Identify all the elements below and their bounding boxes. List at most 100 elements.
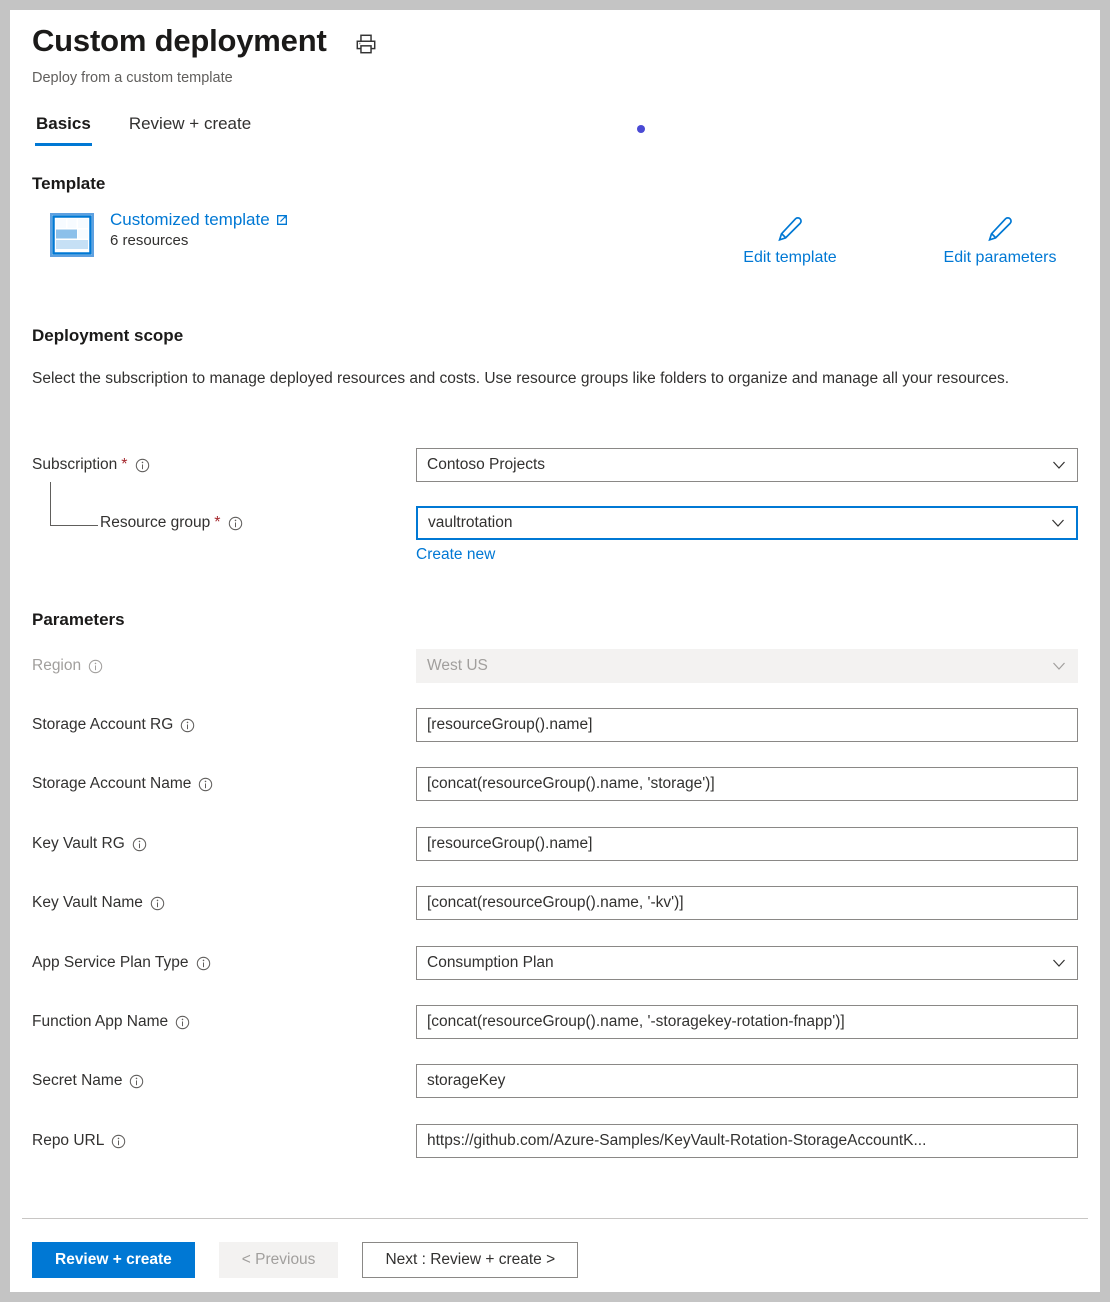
parameter-row-app-service-plan-type: App Service Plan Type Consumption Plan — [10, 946, 1100, 980]
deployment-scope-description: Select the subscription to manage deploy… — [32, 366, 1032, 391]
region-select: West US — [416, 649, 1078, 683]
template-actions: Edit template Edit parameters — [710, 215, 1080, 267]
edit-parameters-button[interactable]: Edit parameters — [920, 215, 1080, 267]
pencil-icon — [776, 215, 804, 243]
storage-account-name-value: [concat(resourceGroup().name, 'storage')… — [427, 775, 1067, 793]
app-service-plan-type-label: App Service Plan Type — [32, 954, 211, 972]
info-icon[interactable] — [175, 1015, 190, 1030]
info-icon[interactable] — [129, 1074, 144, 1089]
chevron-down-icon — [1051, 658, 1067, 674]
storage-account-name-label-text: Storage Account Name — [32, 775, 191, 793]
secret-name-value: storageKey — [427, 1072, 1067, 1090]
function-app-name-value: [concat(resourceGroup().name, '-storagek… — [427, 1013, 1067, 1031]
create-new-resource-group-link[interactable]: Create new — [416, 546, 495, 564]
function-app-name-label: Function App Name — [32, 1013, 190, 1031]
pencil-icon — [986, 215, 1014, 243]
resource-group-label: Resource group * — [100, 514, 243, 532]
tab-list: Basics Review + create — [32, 110, 255, 146]
key-vault-name-label: Key Vault Name — [32, 894, 165, 912]
subscription-value: Contoso Projects — [427, 456, 1043, 474]
subscription-label-text: Subscription — [32, 456, 117, 474]
chevron-down-icon — [1050, 515, 1066, 531]
parameter-row-region: Region West US — [10, 649, 1100, 683]
info-icon[interactable] — [228, 516, 243, 531]
resource-group-select[interactable]: vaultrotation — [416, 506, 1078, 540]
tab-review-create[interactable]: Review + create — [125, 110, 255, 146]
key-vault-rg-value: [resourceGroup().name] — [427, 835, 1067, 853]
region-label-text: Region — [32, 657, 81, 675]
function-app-name-input[interactable]: [concat(resourceGroup().name, '-storagek… — [416, 1005, 1078, 1039]
resource-group-label-text: Resource group — [100, 514, 210, 532]
function-app-name-label-text: Function App Name — [32, 1013, 168, 1031]
template-heading: Template — [32, 174, 105, 194]
secret-name-input[interactable]: storageKey — [416, 1064, 1078, 1098]
custom-deployment-page: Custom deployment Deploy from a custom t… — [10, 10, 1100, 1292]
storage-account-name-label: Storage Account Name — [32, 775, 213, 793]
previous-button: < Previous — [219, 1242, 339, 1278]
info-icon[interactable] — [88, 659, 103, 674]
key-vault-name-value: [concat(resourceGroup().name, '-kv')] — [427, 894, 1067, 912]
parameter-row-key-vault-name: Key Vault Name [concat(resourceGroup().n… — [10, 886, 1100, 920]
subscription-row: Subscription * Contoso Projects — [10, 448, 1100, 482]
info-icon[interactable] — [111, 1134, 126, 1149]
app-service-plan-type-value: Consumption Plan — [427, 954, 1043, 972]
parameters-heading: Parameters — [32, 610, 125, 630]
app-service-plan-type-label-text: App Service Plan Type — [32, 954, 189, 972]
page-header: Custom deployment — [32, 22, 377, 60]
info-icon[interactable] — [196, 956, 211, 971]
subscription-select[interactable]: Contoso Projects — [416, 448, 1078, 482]
printer-icon[interactable] — [355, 33, 377, 55]
key-vault-name-input[interactable]: [concat(resourceGroup().name, '-kv')] — [416, 886, 1078, 920]
template-grid-icon — [50, 213, 94, 257]
storage-account-rg-label-text: Storage Account RG — [32, 716, 173, 734]
required-asterisk: * — [214, 515, 220, 531]
edit-template-button[interactable]: Edit template — [710, 215, 870, 267]
resource-group-value: vaultrotation — [428, 514, 1042, 532]
tab-basics[interactable]: Basics — [32, 110, 95, 146]
subscription-label: Subscription * — [32, 456, 150, 474]
edit-parameters-label: Edit parameters — [944, 249, 1057, 267]
info-icon[interactable] — [198, 777, 213, 792]
review-create-button[interactable]: Review + create — [32, 1242, 195, 1278]
customized-template-label: Customized template — [110, 210, 270, 230]
storage-account-name-input[interactable]: [concat(resourceGroup().name, 'storage')… — [416, 767, 1078, 801]
info-icon[interactable] — [135, 458, 150, 473]
template-summary: Customized template 6 resources — [50, 210, 289, 257]
template-resource-count: 6 resources — [110, 232, 289, 249]
parameter-row-storage-account-rg: Storage Account RG [resourceGroup().name… — [10, 708, 1100, 742]
customized-template-link[interactable]: Customized template — [110, 210, 289, 230]
chevron-down-icon — [1051, 955, 1067, 971]
storage-account-rg-value: [resourceGroup().name] — [427, 716, 1067, 734]
edit-template-label: Edit template — [743, 249, 836, 267]
chevron-down-icon — [1051, 457, 1067, 473]
parameter-row-key-vault-rg: Key Vault RG [resourceGroup().name] — [10, 827, 1100, 861]
key-vault-rg-label-text: Key Vault RG — [32, 835, 125, 853]
secret-name-label: Secret Name — [32, 1072, 144, 1090]
page-subtitle: Deploy from a custom template — [32, 70, 233, 86]
parameter-row-storage-account-name: Storage Account Name [concat(resourceGro… — [10, 767, 1100, 801]
deployment-scope-heading: Deployment scope — [32, 326, 183, 346]
storage-account-rg-input[interactable]: [resourceGroup().name] — [416, 708, 1078, 742]
key-vault-name-label-text: Key Vault Name — [32, 894, 143, 912]
status-dot — [637, 125, 645, 133]
resource-group-row: Resource group * vaultrotation — [10, 506, 1100, 540]
repo-url-label: Repo URL — [32, 1132, 126, 1150]
region-label: Region — [32, 657, 103, 675]
repo-url-label-text: Repo URL — [32, 1132, 104, 1150]
parameter-row-function-app-name: Function App Name [concat(resourceGroup(… — [10, 1005, 1100, 1039]
key-vault-rg-label: Key Vault RG — [32, 835, 147, 853]
parameter-row-repo-url: Repo URL https://github.com/Azure-Sample… — [10, 1124, 1100, 1158]
info-icon[interactable] — [132, 837, 147, 852]
external-link-icon — [275, 213, 289, 227]
next-review-create-button[interactable]: Next : Review + create > — [362, 1242, 578, 1278]
repo-url-input[interactable]: https://github.com/Azure-Samples/KeyVaul… — [416, 1124, 1078, 1158]
secret-name-label-text: Secret Name — [32, 1072, 122, 1090]
region-value: West US — [427, 657, 1043, 675]
key-vault-rg-input[interactable]: [resourceGroup().name] — [416, 827, 1078, 861]
page-title: Custom deployment — [32, 22, 327, 60]
parameter-row-secret-name: Secret Name storageKey — [10, 1064, 1100, 1098]
app-service-plan-type-select[interactable]: Consumption Plan — [416, 946, 1078, 980]
info-icon[interactable] — [150, 896, 165, 911]
footer-divider — [22, 1218, 1088, 1219]
info-icon[interactable] — [180, 718, 195, 733]
